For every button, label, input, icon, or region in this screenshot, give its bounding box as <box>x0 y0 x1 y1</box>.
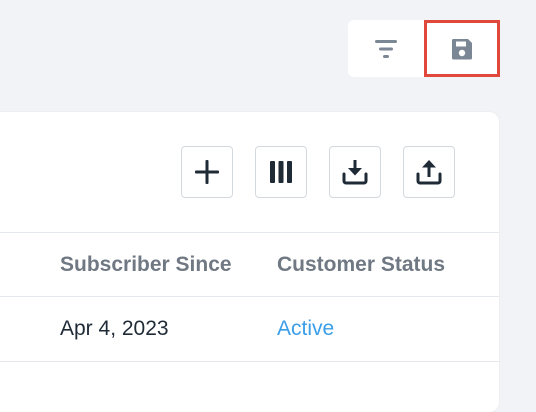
view-toolbar <box>348 20 500 77</box>
header-top-divider <box>0 232 499 233</box>
download-tray-icon <box>342 159 368 185</box>
column-header-subscriber-since[interactable]: Subscriber Since <box>60 253 232 277</box>
columns-icon <box>268 159 294 185</box>
columns-button[interactable] <box>255 146 307 198</box>
plus-icon <box>194 159 220 185</box>
add-row-button[interactable] <box>181 146 233 198</box>
upload-tray-icon <box>416 159 442 185</box>
filter-button[interactable] <box>348 20 424 77</box>
export-button[interactable] <box>403 146 455 198</box>
save-view-button[interactable] <box>424 20 500 77</box>
subscriber-since-cell: Apr 4, 2023 <box>60 317 169 340</box>
filter-lines-icon <box>373 36 399 62</box>
row-divider <box>0 361 499 362</box>
column-header-customer-status[interactable]: Customer Status <box>277 253 445 277</box>
import-button[interactable] <box>329 146 381 198</box>
floppy-disk-icon <box>449 36 475 62</box>
customer-status-cell: Active <box>277 317 335 340</box>
header-bottom-divider <box>0 296 499 297</box>
table-card: Subscriber Since Customer Status Apr 4, … <box>0 112 499 412</box>
